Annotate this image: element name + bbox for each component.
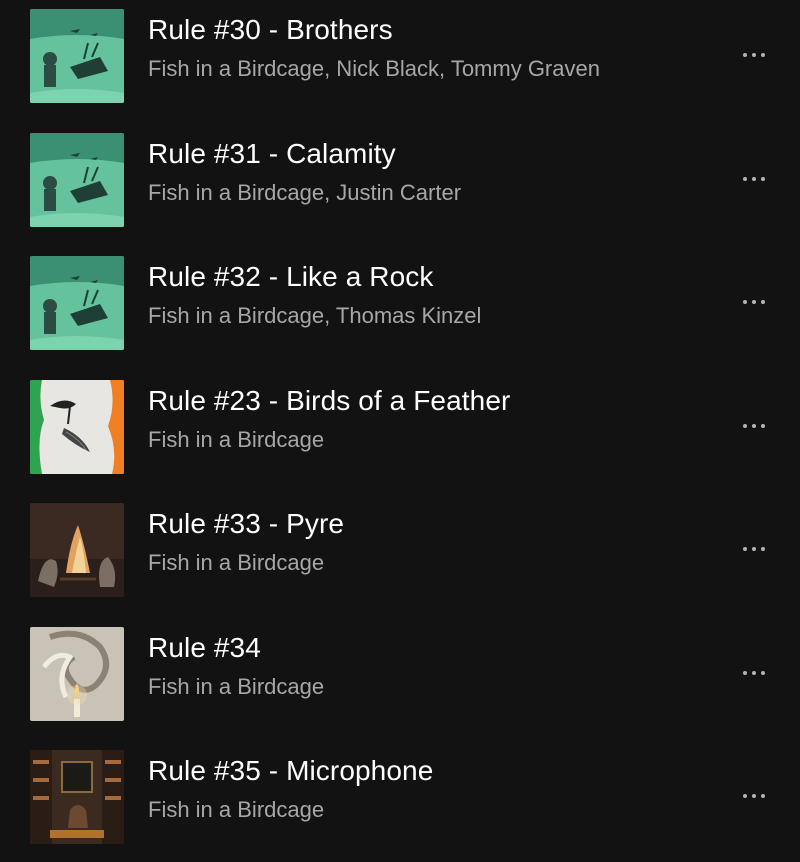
track-row[interactable]: Rule #35 - Microphone Fish in a Birdcage bbox=[0, 741, 800, 851]
more-options-icon[interactable] bbox=[736, 164, 772, 194]
more-options-icon[interactable] bbox=[736, 534, 772, 564]
track-artists: Fish in a Birdcage bbox=[148, 550, 325, 575]
track-row[interactable]: Rule #33 - Pyre Fish in a Birdcage bbox=[0, 494, 800, 604]
more-options-icon[interactable] bbox=[736, 781, 772, 811]
track-row[interactable]: Rule #32 - Like a Rock Fish in a Birdcag… bbox=[0, 247, 800, 357]
track-title: Rule #32 - Like a Rock bbox=[148, 261, 434, 292]
bird-and-fish-tricolor-cover bbox=[30, 380, 124, 474]
bonfire-cover bbox=[30, 503, 124, 597]
track-artists: Fish in a Birdcage bbox=[148, 674, 325, 699]
track-row[interactable]: Rule #23 - Birds of a Feather Fish in a … bbox=[0, 371, 800, 481]
underwater-shipwreck-cover bbox=[30, 9, 124, 103]
library-room-cover bbox=[30, 750, 124, 844]
track-row[interactable]: Rule #30 - Brothers Fish in a Birdcage, … bbox=[0, 0, 800, 110]
track-title: Rule #33 - Pyre bbox=[148, 508, 345, 539]
candle-smoke-cover bbox=[30, 627, 124, 721]
track-row[interactable]: Rule #34 Fish in a Birdcage bbox=[0, 618, 800, 728]
track-list: Rule #30 - Brothers Fish in a Birdcage, … bbox=[0, 0, 800, 862]
track-title: Rule #34 bbox=[148, 632, 261, 663]
track-title: Rule #35 - Microphone bbox=[148, 755, 434, 786]
track-artists: Fish in a Birdcage, Justin Carter bbox=[148, 180, 462, 205]
track-artists: Fish in a Birdcage bbox=[148, 427, 325, 452]
track-row[interactable]: Rule #31 - Calamity Fish in a Birdcage, … bbox=[0, 124, 800, 234]
track-artists: Fish in a Birdcage, Thomas Kinzel bbox=[148, 303, 482, 328]
more-options-icon[interactable] bbox=[736, 287, 772, 317]
track-artists: Fish in a Birdcage, Nick Black, Tommy Gr… bbox=[148, 56, 600, 81]
underwater-shipwreck-cover bbox=[30, 256, 124, 350]
track-title: Rule #23 - Birds of a Feather bbox=[148, 385, 511, 416]
track-title: Rule #31 - Calamity bbox=[148, 138, 396, 169]
more-options-icon[interactable] bbox=[736, 40, 772, 70]
underwater-shipwreck-cover bbox=[30, 133, 124, 227]
more-options-icon[interactable] bbox=[736, 411, 772, 441]
more-options-icon[interactable] bbox=[736, 658, 772, 688]
track-artists: Fish in a Birdcage bbox=[148, 797, 325, 822]
track-title: Rule #30 - Brothers bbox=[148, 14, 393, 45]
